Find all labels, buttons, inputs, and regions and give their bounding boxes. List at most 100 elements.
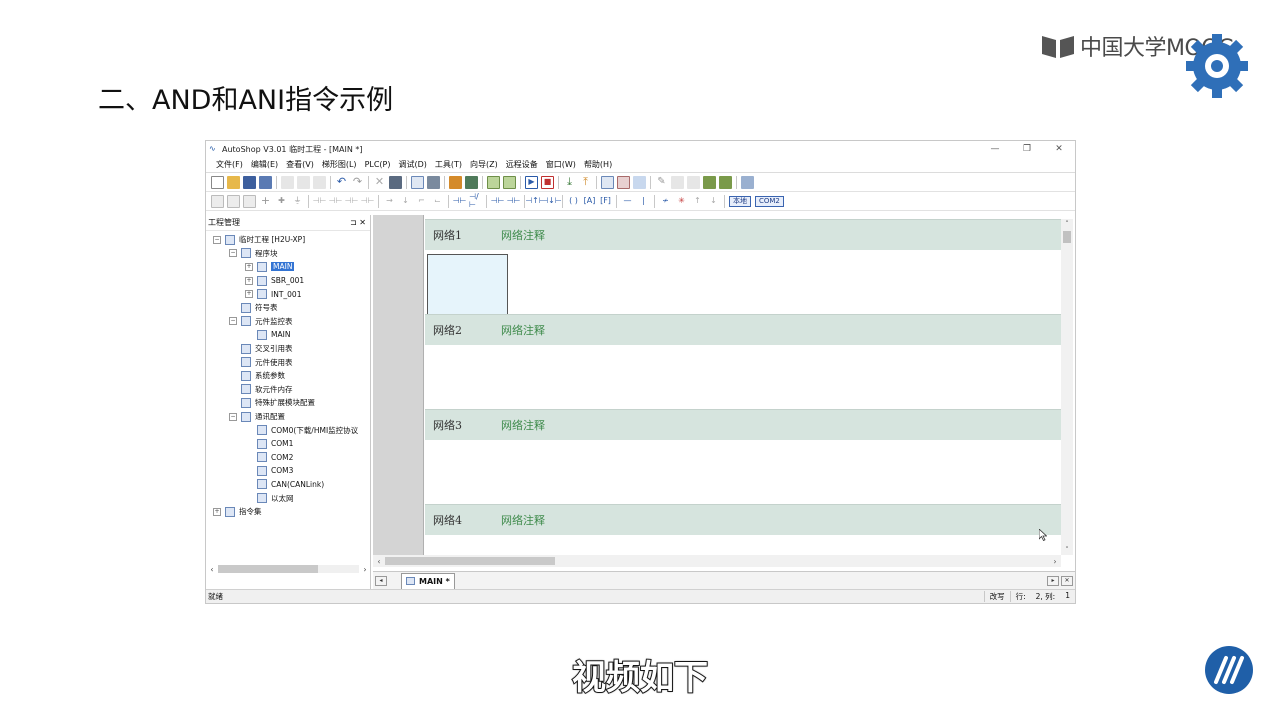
tree-item[interactable]: 元件使用表 [206, 355, 371, 369]
scroll-right-icon[interactable]: › [359, 565, 371, 574]
scroll-left-icon[interactable]: ‹ [373, 557, 385, 566]
grid-a-icon[interactable] [227, 194, 240, 208]
print-icon[interactable] [427, 175, 440, 189]
compare-icon[interactable] [617, 175, 630, 189]
tree-item[interactable]: + INT_001 [206, 287, 371, 301]
tree-item[interactable]: + MAIN [206, 260, 371, 274]
local-button[interactable]: 本地 [729, 195, 751, 207]
contact-d-icon[interactable]: ⊣⊢ [361, 195, 375, 208]
scroll-left-icon[interactable]: ‹ [206, 565, 218, 574]
paste-icon[interactable] [313, 175, 326, 189]
open-folder-icon[interactable] [227, 175, 240, 189]
hline-icon[interactable]: → [383, 195, 396, 208]
window-d-icon[interactable] [719, 175, 732, 189]
ladder-editor[interactable]: 网络1 网络注释 网络2 网络注释 网络3 网络注释 网络4 网络注释 ˄ ˅ ‹ › [373, 215, 1075, 571]
ladder-view-icon[interactable] [487, 175, 500, 189]
copy-icon[interactable] [297, 175, 310, 189]
arrow-up-icon[interactable]: ↑ [691, 195, 704, 208]
expand-icon[interactable]: + [245, 276, 253, 285]
scroll-up-icon[interactable]: ˄ [1061, 219, 1073, 229]
download-icon[interactable]: ⤓ [563, 176, 576, 189]
expand-icon[interactable]: + [245, 262, 253, 271]
edit-cursor-cell[interactable] [427, 254, 508, 317]
contact-a-icon[interactable]: ⊣⊢ [313, 195, 327, 208]
menu-file[interactable]: 文件(F) [212, 159, 247, 170]
falling-edge-icon[interactable]: ⊣↓⊢ [541, 195, 562, 208]
coil-icon[interactable]: ( ) [567, 195, 580, 208]
vertical-line-icon[interactable]: | [637, 195, 650, 208]
menu-debug[interactable]: 调试(D) [395, 159, 431, 170]
redo-icon[interactable]: ↷ [351, 176, 364, 189]
window-a-icon[interactable] [671, 175, 684, 189]
minimize-button[interactable]: — [979, 144, 1011, 154]
func-f-icon[interactable]: [F] [599, 195, 612, 208]
horizontal-line-icon[interactable]: — [621, 195, 634, 208]
panel-toggle-icon[interactable] [449, 175, 462, 189]
tab-prev-icon[interactable]: ◂ [375, 575, 387, 586]
undo-icon[interactable]: ↶ [335, 176, 348, 189]
network-comment[interactable]: 网络注释 [501, 322, 545, 338]
menu-tools[interactable]: 工具(T) [431, 159, 466, 170]
new-file-icon[interactable] [211, 175, 224, 189]
scroll-thumb[interactable] [218, 565, 318, 573]
delete-row-icon[interactable]: ✚ [275, 195, 288, 208]
vscroll-thumb[interactable] [1063, 231, 1071, 243]
arrow-down-icon[interactable]: ↓ [707, 195, 720, 208]
vline-icon[interactable]: ↓ [399, 195, 412, 208]
network-comment[interactable]: 网络注释 [501, 512, 545, 528]
contact-c-icon[interactable]: ⊣⊢ [345, 195, 359, 208]
tree-item[interactable]: 系统参数 [206, 369, 371, 383]
tree-item[interactable]: − 元件监控表 [206, 315, 371, 329]
cut-icon[interactable] [281, 175, 294, 189]
rising-edge-icon[interactable]: ⊣↑⊢ [525, 195, 546, 208]
tree-item[interactable]: − 通讯配置 [206, 410, 371, 424]
tree-item[interactable]: 以太网 [206, 491, 371, 505]
close-button[interactable]: ✕ [1043, 144, 1075, 154]
monitor-icon[interactable] [601, 175, 614, 189]
tree-item[interactable]: COM1 [206, 437, 371, 451]
tree-item[interactable]: + SBR_001 [206, 274, 371, 288]
expand-icon[interactable]: + [245, 290, 253, 299]
scroll-right-icon[interactable]: › [1049, 557, 1061, 566]
tree-item[interactable]: − 临时工程 [H2U-XP] [206, 233, 371, 247]
tab-next-icon[interactable]: ▸ [1047, 575, 1059, 586]
tree-item[interactable]: 交叉引用表 [206, 342, 371, 356]
tab-close-icon[interactable]: ✕ [1061, 575, 1073, 586]
pencil-icon[interactable]: ✎ [655, 176, 668, 189]
tree-item[interactable]: COM2 [206, 451, 371, 465]
collapse-icon[interactable]: − [213, 235, 221, 244]
diagnose-icon[interactable] [633, 175, 646, 189]
restore-button[interactable]: ❐ [1011, 144, 1043, 154]
save-icon[interactable] [243, 175, 256, 189]
tree-item[interactable]: + 指令集 [206, 505, 371, 519]
delete-icon[interactable]: ✕ [373, 176, 386, 189]
func-a-icon[interactable]: [A] [583, 195, 596, 208]
corner-b-icon[interactable]: ⌙ [431, 195, 444, 208]
collapse-icon[interactable]: − [229, 317, 237, 326]
project-hscrollbar[interactable]: ‹ › [206, 563, 371, 575]
delete-vline-icon[interactable]: ✳ [675, 195, 688, 208]
scroll-down-icon[interactable]: ˅ [1061, 545, 1073, 555]
stop-icon[interactable]: ■ [541, 175, 554, 189]
panel-pin-close-icon[interactable]: ⊐ ✕ [350, 218, 366, 227]
grid-b-icon[interactable] [243, 194, 256, 208]
corner-a-icon[interactable]: ⌐ [415, 195, 428, 208]
contact-b-icon[interactable]: ⊣⊢ [329, 195, 343, 208]
menu-ladder[interactable]: 梯形图(L) [318, 159, 361, 170]
find-icon[interactable] [389, 175, 402, 189]
insert-row-icon[interactable]: + [259, 195, 272, 208]
collapse-icon[interactable]: − [229, 412, 237, 421]
menu-remote-device[interactable]: 远程设备 [502, 159, 542, 170]
hscroll-thumb[interactable] [385, 557, 555, 565]
delete-hline-icon[interactable]: ≁ [659, 195, 672, 208]
list-view-icon[interactable] [503, 175, 516, 189]
tab-main[interactable]: MAIN * [401, 572, 455, 589]
network-header[interactable]: 网络1 网络注释 [425, 219, 1061, 250]
window-c-icon[interactable] [703, 175, 716, 189]
network-header[interactable]: 网络2 网络注释 [425, 314, 1061, 345]
network-comment[interactable]: 网络注释 [501, 417, 545, 433]
menu-help[interactable]: 帮助(H) [580, 159, 616, 170]
com-port-button[interactable]: COM2 [755, 195, 784, 207]
tree-item[interactable]: CAN(CANLink) [206, 478, 371, 492]
nc-contact-icon[interactable]: ⊣/⊢ [469, 193, 482, 209]
